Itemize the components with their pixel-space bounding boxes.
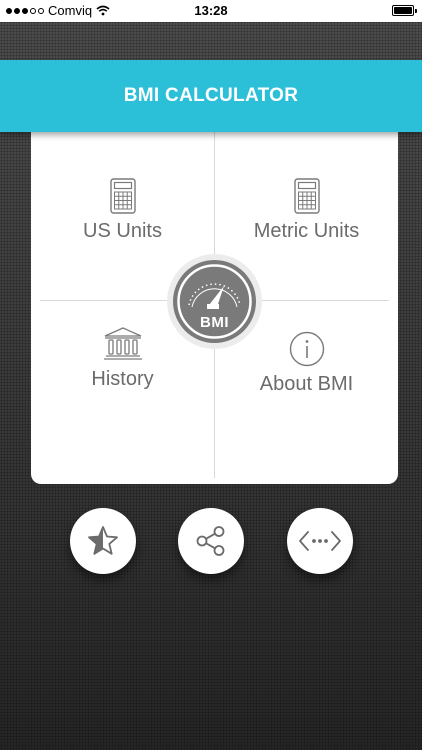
share-icon bbox=[196, 526, 225, 556]
calculator-icon bbox=[293, 178, 320, 214]
star-half-icon bbox=[88, 526, 118, 555]
history-label: History bbox=[91, 368, 154, 390]
bank-icon bbox=[103, 327, 142, 360]
about-bmi-label: About BMI bbox=[259, 373, 354, 395]
metric-units-button[interactable]: Metric Units bbox=[215, 178, 398, 243]
share-button[interactable] bbox=[178, 508, 244, 574]
bmi-logo: BMI bbox=[167, 254, 262, 349]
metric-units-label: Metric Units bbox=[253, 220, 360, 242]
header-bar: BMI CALCULATOR bbox=[0, 60, 422, 132]
status-time: 13:28 bbox=[194, 3, 228, 18]
page-title: BMI CALCULATOR bbox=[123, 85, 299, 106]
info-icon bbox=[289, 331, 324, 367]
battery-icon bbox=[392, 5, 417, 16]
bmi-logo-label: BMI bbox=[200, 314, 229, 331]
more-apps-button[interactable] bbox=[287, 508, 353, 574]
us-units-label: US Units bbox=[83, 220, 162, 242]
us-units-button[interactable]: US Units bbox=[31, 178, 214, 243]
calculator-icon bbox=[109, 178, 136, 214]
bmi-logo-inner: BMI bbox=[173, 260, 256, 343]
code-icon bbox=[299, 531, 341, 551]
status-bar: Comviq 13:28 bbox=[0, 0, 422, 22]
rate-button[interactable] bbox=[70, 508, 136, 574]
